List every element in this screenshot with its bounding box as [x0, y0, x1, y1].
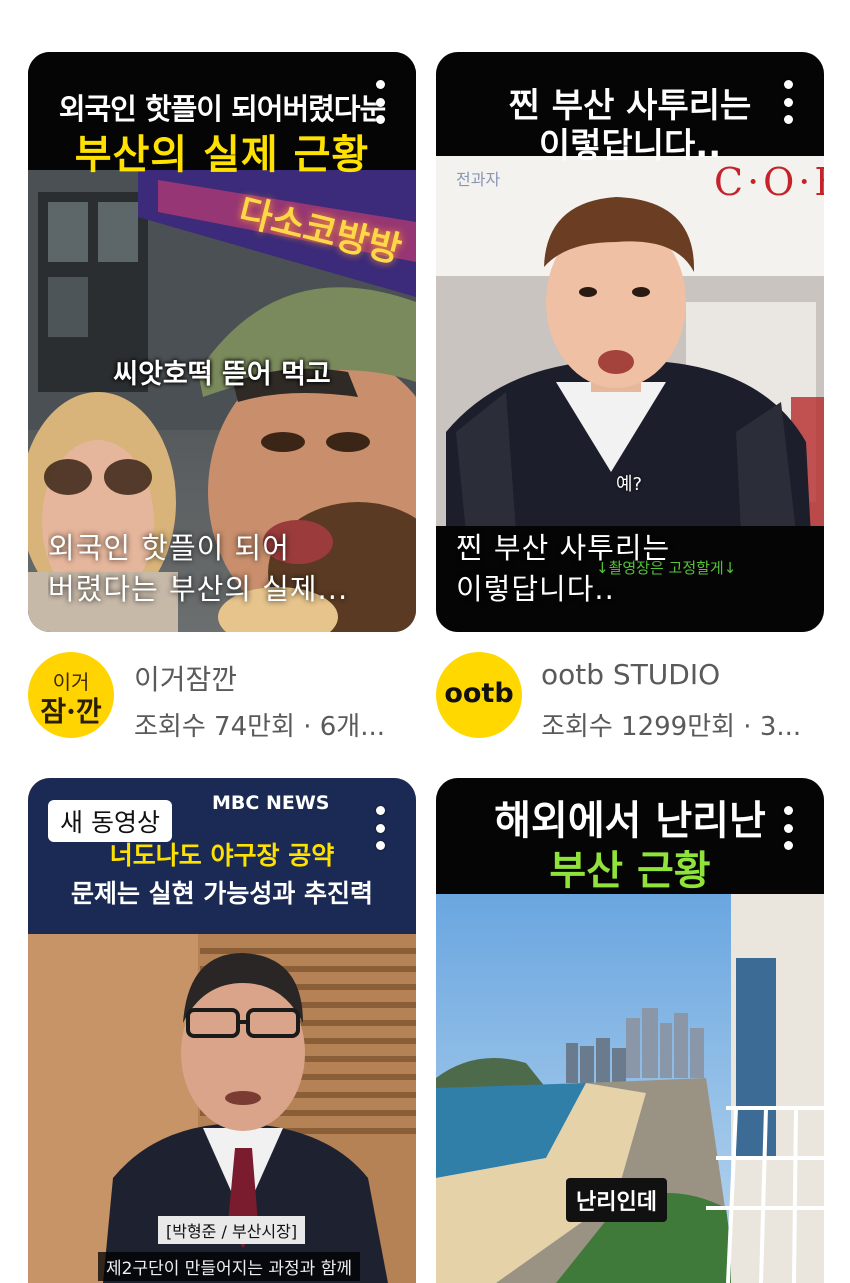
- video-title-line-1: 외국인 핫플이 되어: [48, 531, 290, 565]
- more-options-button[interactable]: [372, 806, 388, 850]
- channel-watermark: 전과자: [456, 170, 501, 189]
- dot-icon: [375, 97, 385, 107]
- avatar-logo-text: ootb: [444, 678, 514, 709]
- speaker-name-tag: [박형준 / 부산시장]: [158, 1216, 306, 1244]
- dot-icon: [783, 115, 793, 124]
- headline-band: 찐 부산 사투리는 이렇답니다..: [436, 52, 824, 166]
- burned-in-subtitle: 씨앗호떡 뜯어 먹고: [113, 359, 331, 390]
- more-options-button[interactable]: [372, 80, 388, 124]
- video-title-line-2: 이렇답니다..: [456, 572, 615, 606]
- video-stats: 조회수 1299만회 · 3...: [541, 712, 802, 742]
- video-stats: 조회수 74만회 · 6개...: [134, 712, 385, 742]
- channel-name[interactable]: 이거잠깐: [134, 658, 237, 698]
- headline-band: 외국인 핫플이 되어버렸다눈 부산의 실제 근황: [28, 52, 416, 178]
- dot-icon: [375, 115, 385, 124]
- video-thumbnail-1[interactable]: 외국인 핫플이 되어버렸다눈 부산의 실제 근황 다소코방방 씨앗호떡 뜯어 먹…: [28, 52, 416, 632]
- dot-icon: [375, 841, 385, 850]
- dot-icon: [783, 823, 793, 833]
- dot-icon: [783, 80, 793, 89]
- dot-icon: [783, 806, 793, 815]
- burned-in-subtitle: 난리인데: [566, 1178, 667, 1222]
- video-thumbnail-3[interactable]: MBC NEWS 너도나도 야구장 공약 문제는 실현 가능성과 추진력 새 동…: [28, 778, 416, 1283]
- video-title-line-1: 찐 부산 사투리는: [456, 531, 671, 565]
- new-video-badge: 새 동영상: [48, 800, 172, 842]
- headline-line-2: 부산 근황: [549, 848, 711, 894]
- video-thumbnail-4[interactable]: 해외에서 난리난 부산 근황 난리인데: [436, 778, 824, 1283]
- small-subtitle: 예?: [616, 474, 643, 495]
- channel-avatar[interactable]: ootb: [436, 652, 522, 738]
- channel-name[interactable]: ootb STUDIO: [541, 658, 720, 691]
- video-title-line-2: 버렸다는 부산의 실제...: [48, 572, 349, 606]
- more-options-button[interactable]: [780, 806, 796, 850]
- bottom-subtitle: 제2구단이 만들어지는 과정과 함께: [98, 1252, 360, 1281]
- video-title: 찐 부산 사투리는 이렇답니다..: [456, 528, 804, 610]
- dot-icon: [375, 806, 385, 815]
- dot-icon: [375, 80, 385, 89]
- more-options-button[interactable]: [780, 80, 796, 124]
- news-logo: MBC NEWS: [212, 792, 330, 814]
- video-title: 외국인 핫플이 되어 버렸다는 부산의 실제...: [48, 528, 396, 610]
- channel-avatar[interactable]: 이거 잠·깐: [28, 652, 114, 738]
- dot-icon: [375, 823, 385, 833]
- dot-icon: [783, 841, 793, 850]
- cafe-sign-text: C·O·F: [714, 160, 824, 204]
- headline-line-2: 문제는 실현 가능성과 추진력: [70, 879, 374, 908]
- headline-band: 해외에서 난리난 부산 근황: [436, 778, 824, 894]
- headline-line-2: 부산의 실제 근황: [74, 132, 370, 178]
- dot-icon: [783, 97, 793, 107]
- video-thumbnail-2[interactable]: 찐 부산 사투리는 이렇답니다.. 전과자 C·O·F 예? ↓촬영장은 고정할…: [436, 52, 824, 632]
- avatar-text-bottom: 잠·깐: [40, 695, 102, 728]
